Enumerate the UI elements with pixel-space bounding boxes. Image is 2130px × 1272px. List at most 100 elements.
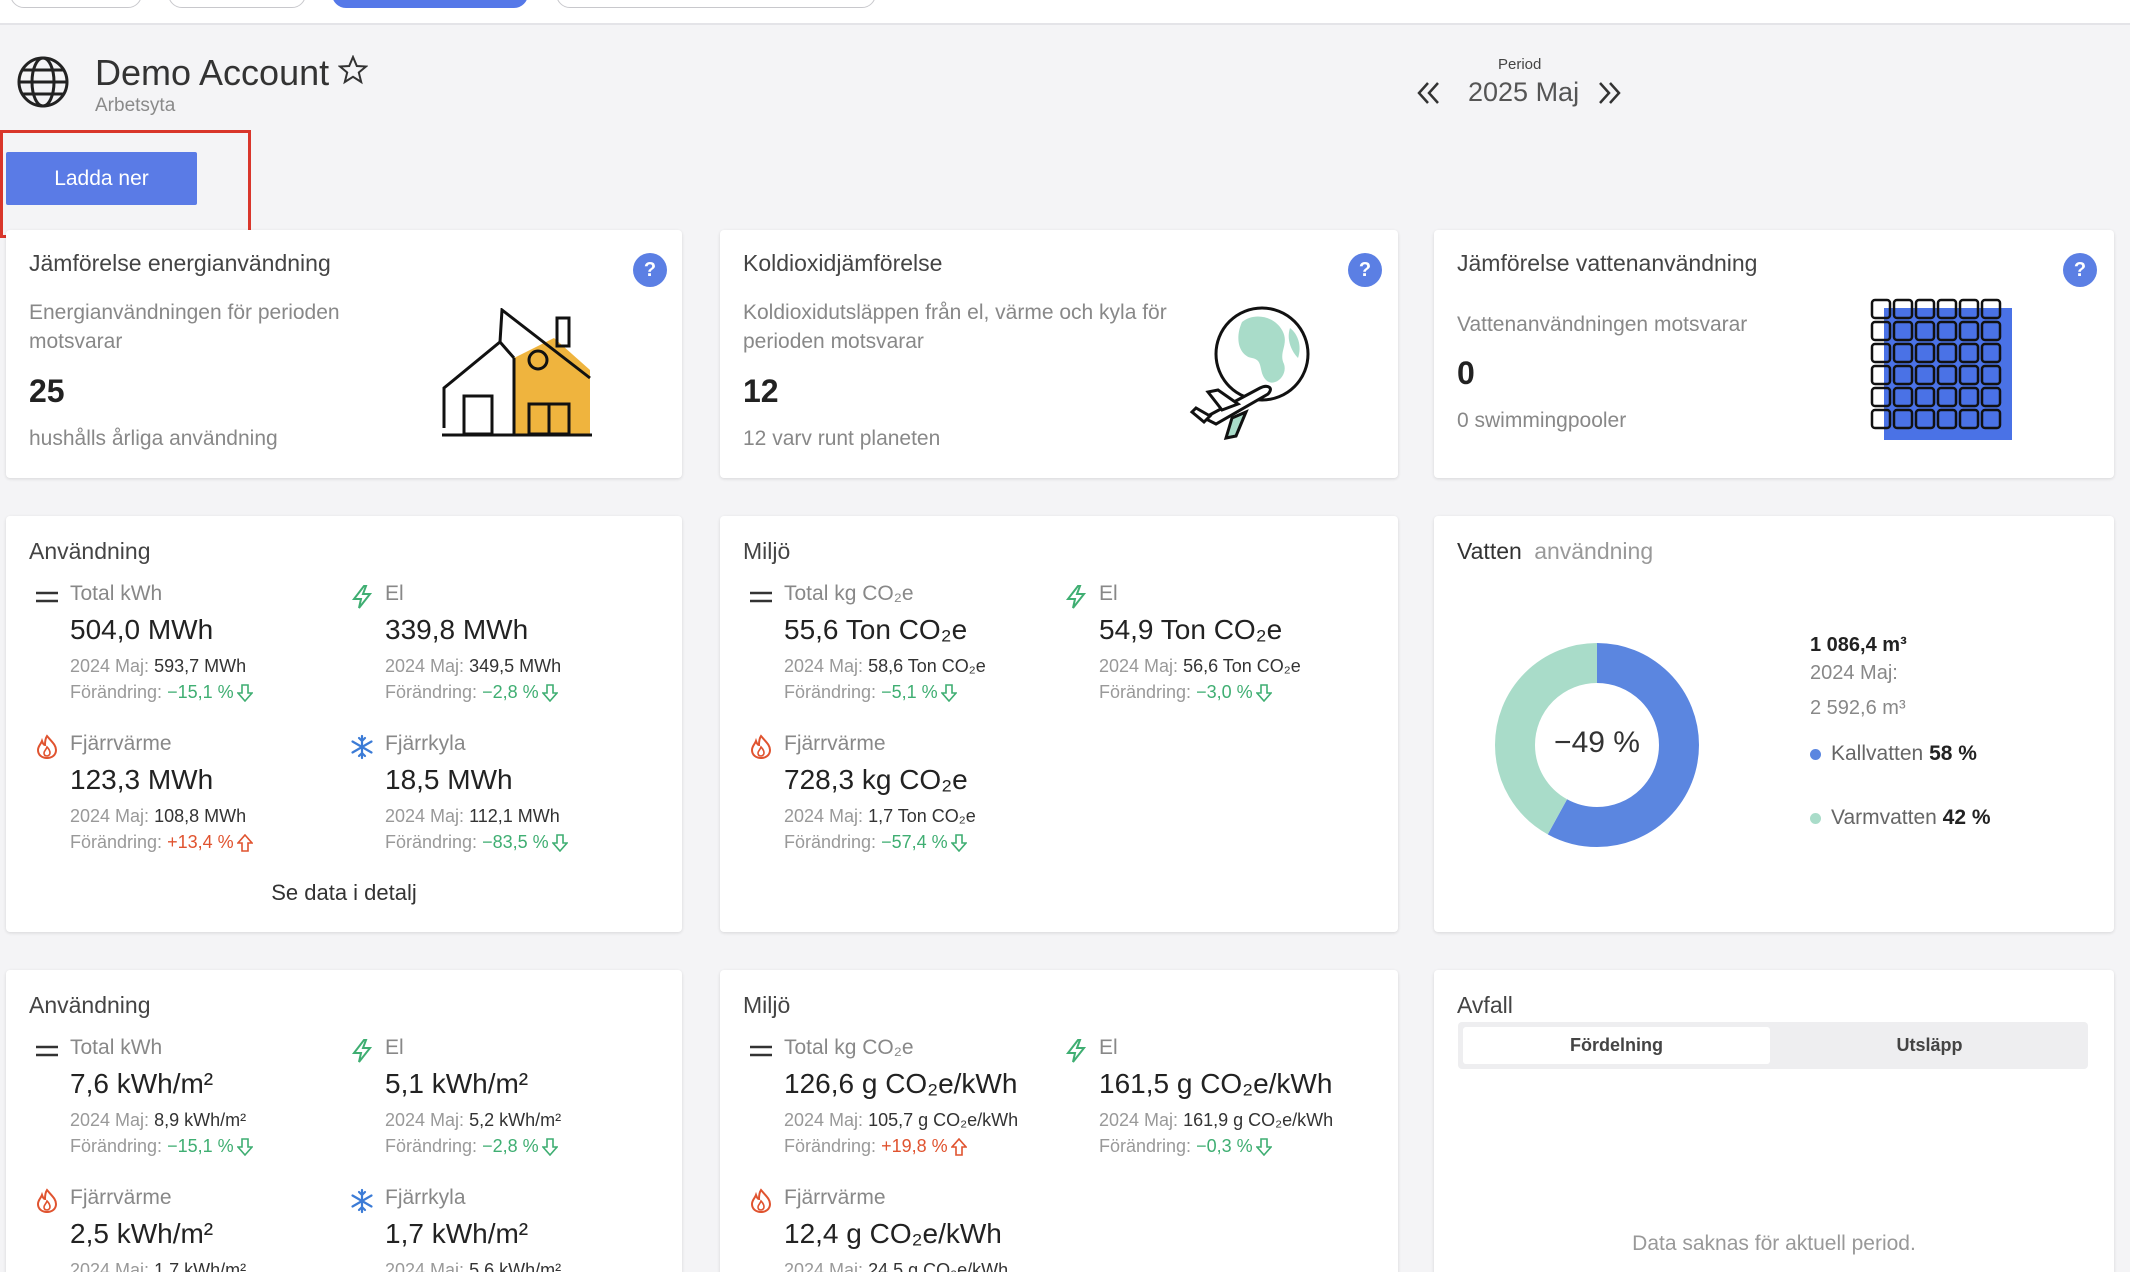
top-tab-2[interactable]: [168, 0, 306, 8]
tab-utslapp[interactable]: Utsläpp: [1776, 1027, 2083, 1064]
metric-change: Förändring: −83,5 %: [385, 832, 568, 853]
prev-label: 2024 Maj:: [70, 1260, 150, 1272]
help-icon[interactable]: ?: [1348, 253, 1382, 287]
metric-value: 5,1 kWh/m²: [385, 1068, 529, 1099]
metric-label: Total kWh: [70, 582, 163, 605]
card-number: 25: [29, 373, 65, 409]
water-comparison-card: Jämförelse vattenanvändning ? Vattenanvä…: [1434, 230, 2114, 478]
prev-label: 2024 Maj:: [70, 806, 150, 826]
card-footer: 0 swimmingpooler: [1457, 409, 1627, 432]
equals-icon: [34, 584, 60, 610]
card-title: Miljö: [743, 992, 791, 1018]
metric-change: Förändring: −2,8 %: [385, 682, 558, 703]
change-value: −83,5 %: [482, 832, 549, 852]
help-icon[interactable]: ?: [633, 253, 667, 287]
change-label: Förändring:: [385, 1136, 478, 1156]
favorite-star-icon[interactable]: [338, 55, 368, 85]
metric-change: Förändring: +13,4 %: [70, 832, 253, 853]
change-label: Förändring:: [784, 832, 877, 852]
metric-label: Fjärrvärme: [784, 732, 886, 755]
legend-item-warm: Varmvatten 42 %: [1810, 806, 1991, 830]
legend-label: Kallvatten: [1831, 742, 1924, 765]
metric-change: Förändring: −0,3 %: [1099, 1136, 1272, 1157]
see-detail-link[interactable]: Se data i detalj: [6, 880, 682, 906]
prev-label: 2024 Maj:: [70, 656, 150, 676]
metric-value: 161,5 g CO₂e/kWh: [1099, 1068, 1333, 1099]
top-tab-active[interactable]: [332, 0, 528, 8]
metric-fjärrvärme: Fjärrvärme 2,5 kWh/m² 2024 Maj: 1,7 kWh/m²: [34, 1186, 354, 1272]
change-value: −57,4 %: [881, 832, 948, 852]
next-period-icon[interactable]: [1595, 78, 1625, 108]
top-tab-4[interactable]: [556, 0, 876, 8]
card-title: Miljö: [743, 538, 791, 564]
arrow-down-icon: [549, 832, 568, 853]
energy-comparison-card: Jämförelse energianvändning ? Energianvä…: [6, 230, 682, 478]
change-label: Förändring:: [70, 682, 163, 702]
change-value: −15,1 %: [167, 682, 234, 702]
metric-value: 12,4 g CO₂e/kWh: [784, 1218, 1002, 1249]
metric-change: Förändring: −5,1 %: [784, 682, 957, 703]
change-value: +19,8 %: [881, 1136, 948, 1156]
metric-label: Fjärrvärme: [70, 1186, 172, 1209]
equals-icon: [34, 1038, 60, 1064]
metric-fjärrkyla: Fjärrkyla 18,5 MWh 2024 Maj: 112,1 MWh Förä…: [349, 732, 669, 862]
prev-label: 2024 Maj:: [784, 656, 864, 676]
card-title: Jämförelse energianvändning: [29, 250, 331, 276]
metric-change: Förändring: −2,8 %: [385, 1136, 558, 1157]
arrow-down-icon: [1253, 1136, 1272, 1157]
change-value: −3,0 %: [1196, 682, 1253, 702]
metric-label: Fjärrkyla: [385, 1186, 466, 1209]
help-icon[interactable]: ?: [2063, 253, 2097, 287]
change-value: −15,1 %: [167, 1136, 234, 1156]
arrow-down-icon: [1253, 682, 1272, 703]
card-text: Koldioxidutsläppen från el, värme och ky…: [743, 301, 1167, 353]
change-label: Förändring:: [1099, 1136, 1192, 1156]
tab-fordelning[interactable]: Fördelning: [1463, 1027, 1770, 1064]
top-tab-1[interactable]: [10, 0, 142, 8]
environment-per-kwh-card: Miljö Total kg CO₂e 126,6 g CO₂e/kWh 2024 …: [720, 970, 1398, 1272]
metric-value: 123,3 MWh: [70, 764, 214, 795]
equals-icon: [748, 584, 774, 610]
card-text: Vattenanvändningen motsvarar: [1457, 313, 1748, 336]
prev-value: 56,6 Ton CO₂e: [1183, 656, 1301, 676]
metric-previous: 2024 Maj: 161,9 g CO₂e/kWh: [1099, 1110, 1333, 1131]
metric-total-kg-co-e: Total kg CO₂e 126,6 g CO₂e/kWh 2024 Maj: 1…: [748, 1036, 1068, 1166]
globe-icon: [17, 56, 69, 108]
metric-previous: 2024 Maj: 5,2 kWh/m²: [385, 1110, 561, 1131]
download-button[interactable]: Ladda ner: [6, 152, 197, 205]
change-label: Förändring:: [385, 682, 478, 702]
metric-label: Total kWh: [70, 1036, 163, 1059]
metric-label: Total kg CO₂e: [784, 1036, 914, 1059]
metric-fjärrkyla: Fjärrkyla 1,7 kWh/m² 2024 Maj: 5,6 kWh/m²: [349, 1186, 669, 1272]
metric-el: El 161,5 g CO₂e/kWh 2024 Maj: 161,9 g CO₂e…: [1063, 1036, 1383, 1166]
legend-item-cold: Kallvatten 58 %: [1810, 742, 1977, 766]
prev-value: 112,1 MWh: [469, 806, 560, 826]
bolt-icon: [1063, 1038, 1089, 1064]
bolt-icon: [349, 584, 375, 610]
arrow-down-icon: [539, 682, 558, 703]
co2-comparison-card: Koldioxidjämförelse ? Koldioxidutsläppen…: [720, 230, 1398, 478]
water-total: 1 086,4 m³: [1810, 634, 1907, 657]
card-title: Användning: [29, 538, 151, 564]
prev-label: 2024 Maj:: [784, 806, 864, 826]
metric-previous: 2024 Maj: 5,6 kWh/m²: [385, 1260, 561, 1272]
prev-value: 349,5 MWh: [469, 656, 562, 676]
previous-period-icon[interactable]: [1413, 78, 1443, 108]
swimming-pool-illustration: [1870, 298, 2012, 440]
metric-value: 339,8 MWh: [385, 614, 529, 645]
account-subtitle: Arbetsyta: [95, 95, 176, 116]
metric-previous: 2024 Maj: 56,6 Ton CO₂e: [1099, 656, 1301, 677]
metric-value: 504,0 MWh: [70, 614, 214, 645]
waste-segmented-control: Fördelning Utsläpp: [1458, 1022, 2088, 1069]
prev-value: 105,7 g CO₂e/kWh: [868, 1110, 1019, 1130]
flame-icon: [748, 1188, 774, 1214]
water-prev-label: 2024 Maj:: [1810, 662, 1898, 684]
prev-value: 161,9 g CO₂e/kWh: [1183, 1110, 1334, 1130]
metric-change: Förändring: −3,0 %: [1099, 682, 1272, 703]
prev-label: 2024 Maj:: [70, 1110, 150, 1130]
equals-icon: [748, 1038, 774, 1064]
usage-per-area-card: Användning Total kWh 7,6 kWh/m² 2024 Maj: …: [6, 970, 682, 1272]
metric-total-kg-co-e: Total kg CO₂e 55,6 Ton CO₂e 2024 Maj: 58,6…: [748, 582, 1068, 712]
card-text: Energianvändningen för perioden motsvara…: [29, 301, 340, 353]
metric-value: 2,5 kWh/m²: [70, 1218, 214, 1249]
